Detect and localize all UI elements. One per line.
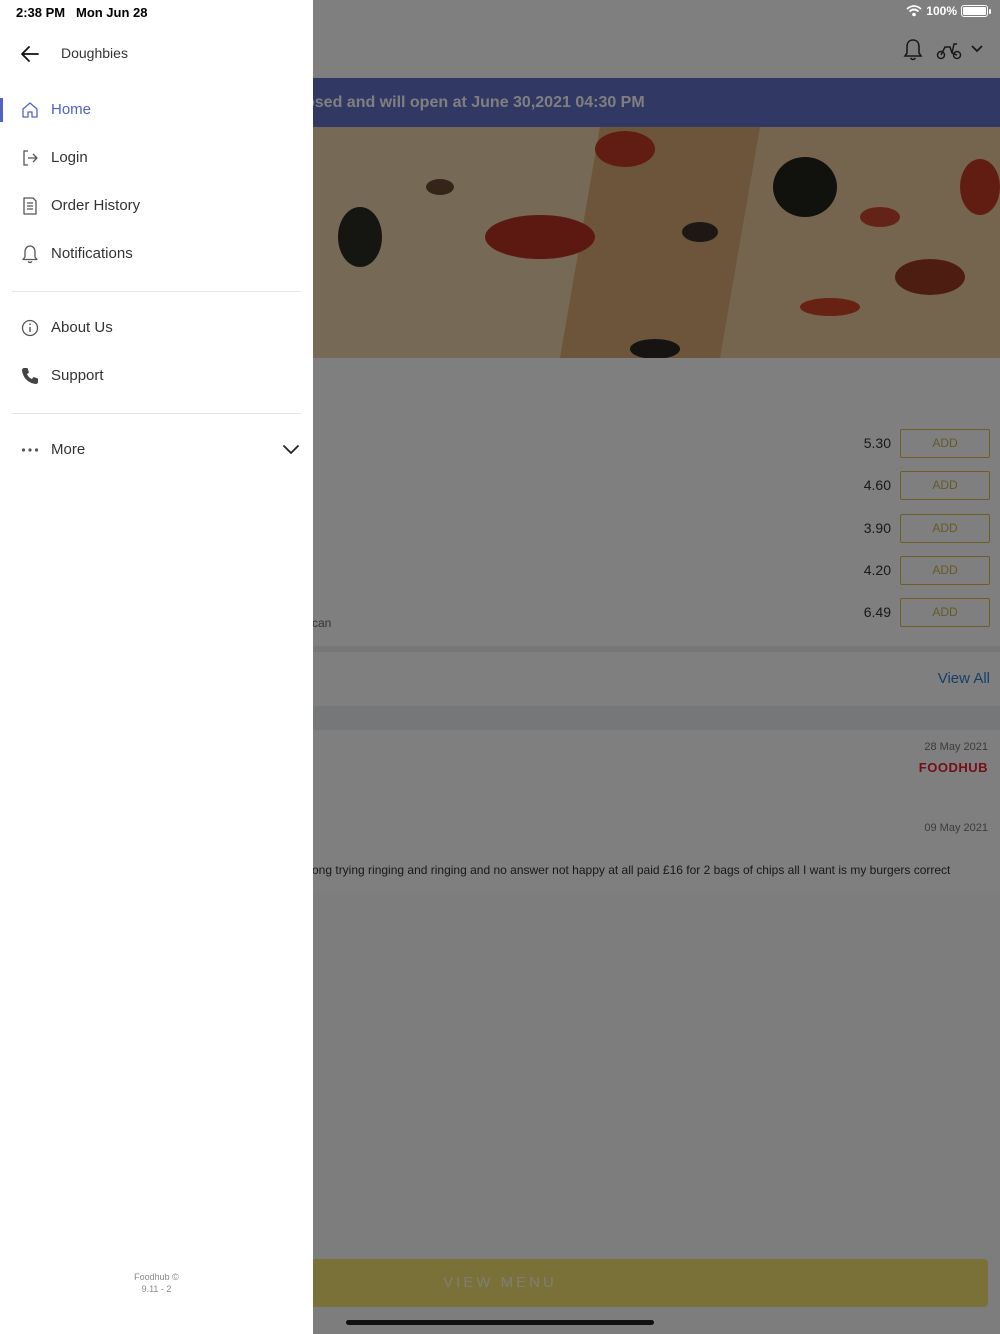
home-indicator[interactable]: [346, 1320, 654, 1325]
navigation-drawer: 2:38 PM Mon Jun 28 Doughbies Home Login …: [0, 0, 313, 1334]
menu-item-label: Order History: [51, 197, 141, 214]
copyright-text: Foodhub ©: [134, 1272, 179, 1282]
menu-item-label: Login: [51, 149, 88, 166]
active-indicator: [0, 98, 3, 122]
menu-item-label: Support: [51, 367, 104, 384]
menu-item-notifications[interactable]: Notifications: [0, 230, 313, 278]
menu-item-order-history[interactable]: Order History: [0, 182, 313, 230]
menu-item-support[interactable]: Support: [0, 352, 313, 400]
phone-icon: [22, 368, 38, 384]
menu-divider: [12, 291, 301, 292]
login-icon: [23, 150, 38, 166]
drawer-footer: Foodhub © 9.11 - 2: [0, 1271, 313, 1295]
menu-item-home[interactable]: Home: [0, 86, 313, 134]
menu-divider: [12, 413, 301, 414]
status-clock: 2:38 PM: [16, 5, 66, 20]
wifi-icon: [906, 5, 922, 17]
drawer-header: Doughbies: [0, 30, 313, 78]
status-bar-right: 100%: [906, 4, 991, 18]
info-icon: [21, 319, 39, 337]
restaurant-name: Doughbies: [61, 45, 128, 61]
status-time: 2:38 PM Mon Jun 28: [16, 5, 148, 20]
menu-item-label: About Us: [51, 319, 113, 336]
home-icon: [22, 102, 38, 118]
menu-item-label: More: [51, 441, 86, 458]
menu-item-label: Home: [51, 101, 92, 118]
menu-item-label: Notifications: [51, 245, 133, 262]
battery-icon: [961, 5, 991, 17]
receipt-icon: [23, 197, 37, 215]
version-text: 9.11 - 2: [141, 1284, 172, 1294]
more-dots-icon: [21, 448, 39, 452]
back-arrow-icon[interactable]: [18, 42, 42, 66]
menu-item-about-us[interactable]: About Us: [0, 304, 313, 352]
bell-icon: [22, 245, 38, 264]
status-date: Mon Jun 28: [75, 5, 148, 20]
menu-item-login[interactable]: Login: [0, 134, 313, 182]
chevron-down-icon[interactable]: [281, 440, 301, 460]
menu-item-more[interactable]: More: [0, 426, 313, 474]
battery-percent: 100%: [926, 4, 957, 18]
